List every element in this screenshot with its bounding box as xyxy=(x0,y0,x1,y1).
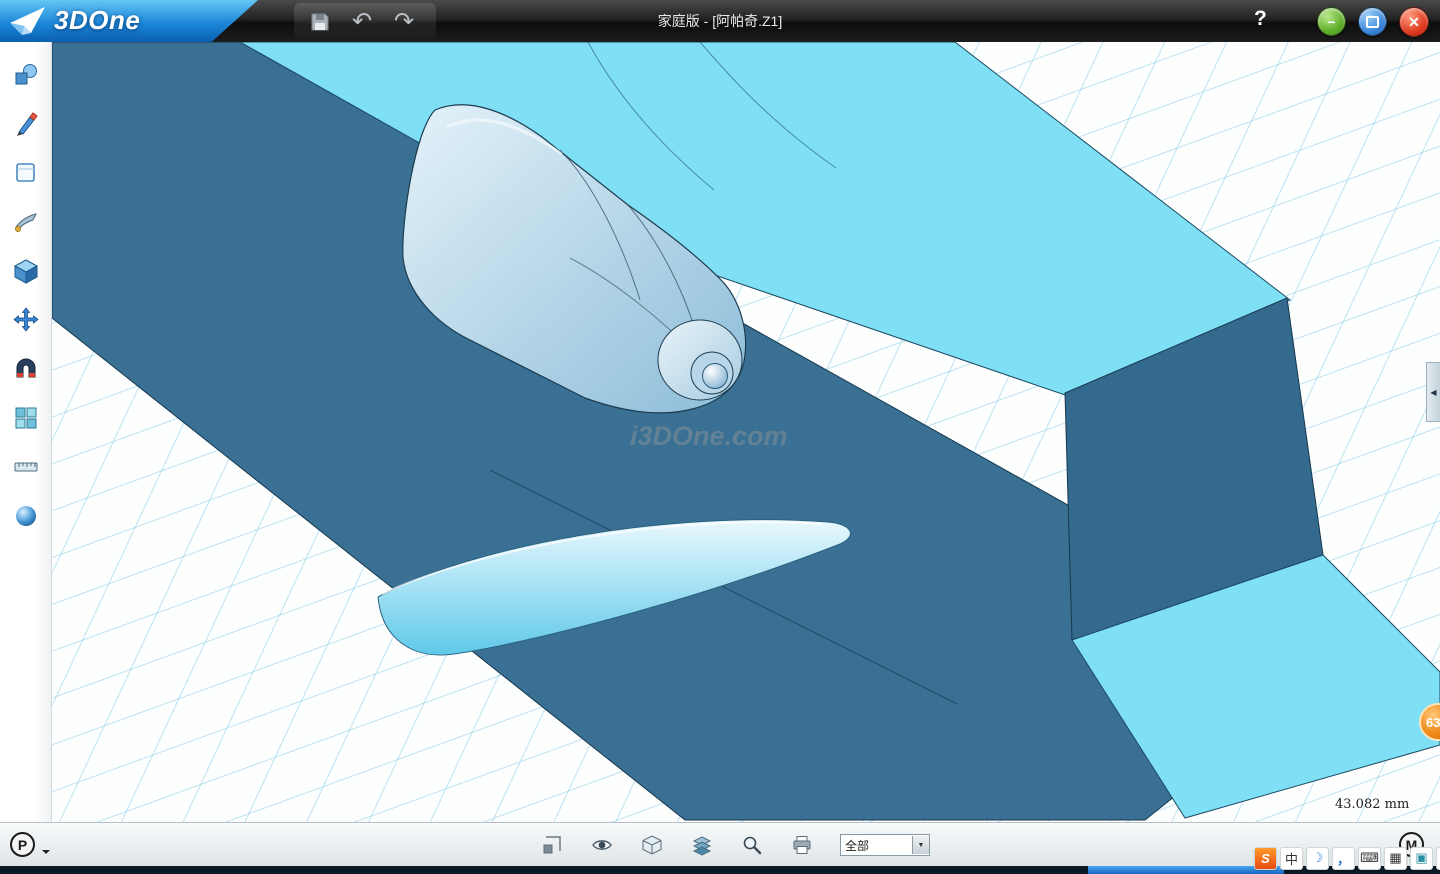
visibility-button[interactable] xyxy=(590,833,614,857)
ime-lang-mode-button[interactable]: 中 xyxy=(1280,847,1303,870)
skin-icon: ▣ xyxy=(1415,850,1427,866)
ime-soft-keyboard-button[interactable]: ⌨ xyxy=(1358,847,1381,870)
lang-glyph: 中 xyxy=(1285,849,1298,868)
badge-count: 63 xyxy=(1426,715,1440,730)
move-arrows-icon xyxy=(13,307,39,333)
sketch-sheet-icon xyxy=(13,160,39,186)
logo-area: 3DOne xyxy=(0,0,258,42)
gun-muzzle-ball[interactable] xyxy=(703,364,728,389)
tool-move-transform[interactable] xyxy=(12,307,40,333)
pattern-grid-icon xyxy=(13,405,39,431)
filter-value: 全部 xyxy=(841,837,912,854)
magnet-icon xyxy=(13,356,39,382)
viewport-3d[interactable]: i3DOne.com 43.082 mm ◀ 63 xyxy=(52,42,1440,822)
paper-plane-icon xyxy=(8,5,50,37)
display-mode-button[interactable] xyxy=(690,833,714,857)
layers-icon xyxy=(691,834,713,856)
tool-assembly-magnet[interactable] xyxy=(12,356,40,382)
view-orientation-button[interactable] xyxy=(640,833,664,857)
statusbar-icons: 全部 ▼ xyxy=(540,823,930,867)
app-window: i3DOne.com 43.082 mm ◀ 63 3DOne xyxy=(0,0,1440,874)
statusbar: P xyxy=(0,822,1440,866)
undo-button[interactable]: ↶ xyxy=(348,8,376,36)
redo-button[interactable]: ↷ xyxy=(390,8,418,36)
plane-mode-dropdown-icon[interactable] xyxy=(42,850,50,858)
tool-render-material[interactable] xyxy=(12,503,40,529)
brand-logo-text: 3DOne xyxy=(54,5,140,36)
ime-punctuation-button[interactable]: ， xyxy=(1332,847,1355,870)
undo-icon: ↶ xyxy=(352,10,372,34)
minimize-icon: − xyxy=(1327,14,1335,30)
blade-icon xyxy=(13,209,39,235)
left-toolbar xyxy=(0,42,52,822)
maximize-button[interactable] xyxy=(1358,7,1387,36)
ruler-icon xyxy=(13,454,39,480)
tool-pattern-array[interactable] xyxy=(12,405,40,431)
ime-shape-mode-button[interactable]: ☽ xyxy=(1306,847,1329,870)
ime-skin-button[interactable]: ▣ xyxy=(1410,847,1433,870)
tool-sketch-surface[interactable] xyxy=(12,160,40,186)
keyboard-icon: ⌨ xyxy=(1360,850,1379,866)
model-apache[interactable]: i3DOne.com 43.082 mm xyxy=(52,42,1440,822)
tool-sketch-draw[interactable] xyxy=(12,111,40,137)
punctuation-glyph: ， xyxy=(1337,849,1350,868)
tool-measure[interactable] xyxy=(12,454,40,480)
watermark: i3DOne.com xyxy=(630,421,788,451)
ime-plugin-button[interactable]: + xyxy=(1436,847,1440,870)
magnifier-icon xyxy=(741,834,763,856)
tool-feature-modeling[interactable] xyxy=(12,258,40,284)
redo-icon: ↷ xyxy=(394,10,414,34)
sketch-pen-icon xyxy=(13,111,39,137)
view-cube-icon xyxy=(641,834,663,856)
filter-select[interactable]: 全部 ▼ xyxy=(840,834,930,856)
printer-icon xyxy=(791,834,813,856)
datum-plane-button[interactable] xyxy=(540,833,564,857)
sogou-glyph: S xyxy=(1261,851,1270,866)
save-icon xyxy=(308,10,332,34)
plane-mode-label: P xyxy=(18,837,27,853)
datum-plane-icon xyxy=(541,834,563,856)
panel-collapse-tab[interactable]: ◀ xyxy=(1426,362,1440,422)
help-button[interactable]: ? xyxy=(1254,7,1267,31)
save-button[interactable] xyxy=(306,8,334,36)
minimize-button[interactable]: − xyxy=(1317,7,1346,36)
chevron-down-icon: ▼ xyxy=(912,836,929,854)
basic-solids-icon xyxy=(13,62,39,88)
tool-special-edit[interactable] xyxy=(12,209,40,235)
eye-icon xyxy=(591,834,613,856)
ime-toolbox-button[interactable]: ▦ xyxy=(1384,847,1407,870)
tool-basic-solids[interactable] xyxy=(12,62,40,88)
close-icon: ✕ xyxy=(1408,14,1420,31)
sogou-logo-icon[interactable]: S xyxy=(1254,847,1277,870)
plane-mode-indicator[interactable]: P xyxy=(10,832,35,857)
close-button[interactable]: ✕ xyxy=(1399,7,1429,37)
collapse-arrow-icon: ◀ xyxy=(1430,388,1436,397)
cube-icon xyxy=(13,258,39,284)
print-button[interactable] xyxy=(790,833,814,857)
toolbox-icon: ▦ xyxy=(1389,850,1401,866)
ime-tray: S 中 ☽ ， ⌨ ▦ ▣ + xyxy=(1254,846,1440,870)
maximize-icon xyxy=(1366,16,1379,28)
moon-icon: ☽ xyxy=(1312,850,1324,866)
zoom-button[interactable] xyxy=(740,833,764,857)
sphere-icon xyxy=(13,503,39,529)
titlebar[interactable]: 3DOne ↶ ↷ 家庭版 - [阿帕奇.Z1] ? − ✕ xyxy=(0,0,1440,42)
measurement-label: 43.082 mm xyxy=(1335,797,1409,812)
taskbar-strip xyxy=(0,866,1440,874)
